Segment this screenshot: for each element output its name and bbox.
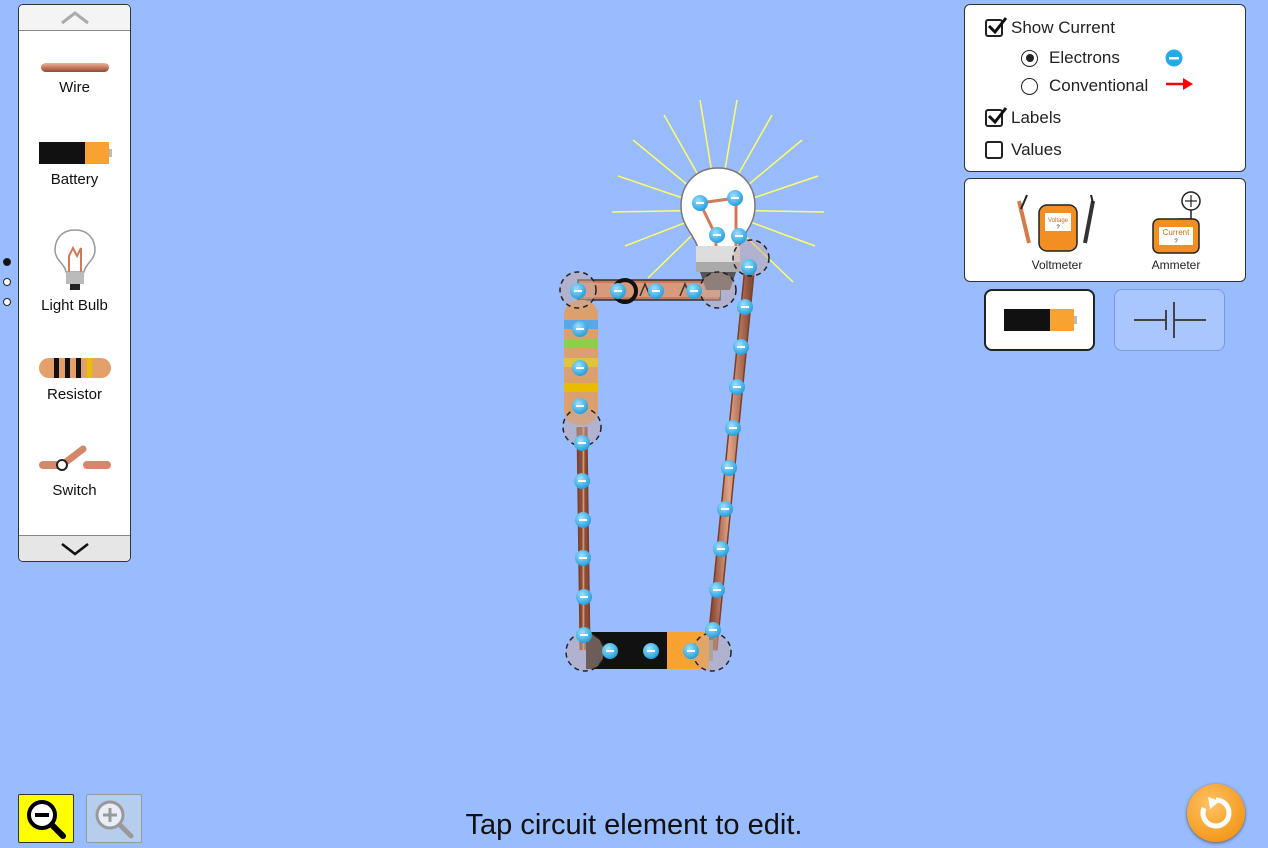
- red-arrow-icon: [1166, 78, 1193, 90]
- sensors-panel: Voltage ? Voltmeter Current ? Ammeter: [964, 178, 1246, 282]
- electron-icon: [713, 541, 729, 557]
- electron-icon: [575, 512, 591, 528]
- electron-icon: [729, 379, 745, 395]
- labels-checkbox[interactable]: Labels: [985, 107, 1062, 128]
- voltmeter-label: Voltmeter: [1031, 258, 1083, 272]
- electron-icon: [741, 259, 757, 275]
- voltmeter-icon: Voltage ?: [1017, 194, 1095, 252]
- electrons-radio[interactable]: Electrons: [1021, 48, 1120, 68]
- electron-icon: [725, 420, 741, 436]
- radio-circle: [1021, 77, 1038, 95]
- electron-icon: [575, 550, 591, 566]
- electron-icon: [692, 195, 708, 211]
- lifelike-view-button[interactable]: [984, 289, 1095, 351]
- electron-icon: [572, 398, 588, 414]
- labels-label: Labels: [1011, 108, 1062, 127]
- electron-icon: [572, 360, 588, 376]
- electron-icon: [574, 473, 590, 489]
- conventional-label: Conventional: [1049, 76, 1149, 95]
- electron-icon: [683, 643, 699, 659]
- electron-icon: [686, 283, 702, 299]
- ammeter-screen-text: Current: [1163, 228, 1190, 237]
- electron-icon: [1165, 49, 1183, 67]
- electron-icon: [709, 582, 725, 598]
- conventional-radio[interactable]: Conventional: [1021, 76, 1148, 96]
- electron-icon: [576, 589, 592, 605]
- ammeter-label: Ammeter: [1151, 258, 1201, 272]
- wire-left[interactable]: [576, 426, 591, 651]
- display-options-panel: Show Current Electrons Conventional Labe…: [964, 4, 1246, 172]
- electron-icon: [705, 622, 721, 638]
- electrons-label: Electrons: [1049, 48, 1120, 67]
- checkmark-icon: [987, 107, 1008, 125]
- show-current-checkbox[interactable]: Show Current: [985, 17, 1115, 38]
- electron-icon: [733, 339, 749, 355]
- values-label: Values: [1011, 140, 1062, 159]
- electron-icon: [602, 643, 618, 659]
- reset-icon: [1200, 797, 1232, 829]
- values-checkbox[interactable]: Values: [985, 140, 1062, 160]
- electron-icon: [737, 299, 753, 315]
- vertex-top-right: [699, 271, 737, 309]
- show-current-label: Show Current: [1011, 18, 1115, 37]
- schematic-view-button[interactable]: [1114, 289, 1225, 351]
- checkbox-box: [985, 141, 1003, 159]
- electron-icon: [721, 460, 737, 476]
- electron-icon: [709, 227, 725, 243]
- electron-icon: [648, 283, 664, 299]
- ammeter-icon: Current ?: [1152, 191, 1201, 254]
- battery-icon: [1003, 309, 1077, 331]
- checkbox-box: [985, 17, 1008, 37]
- schematic-battery-icon: [1133, 302, 1206, 338]
- electron-icon: [717, 501, 733, 517]
- electron-icon: [570, 283, 586, 299]
- voltmeter-tool[interactable]: Voltage ? Voltmeter: [1007, 189, 1107, 272]
- reset-all-button[interactable]: [1187, 784, 1245, 842]
- voltmeter-screen-text: Voltage: [1048, 218, 1069, 224]
- electron-icon: [610, 283, 626, 299]
- checkmark-icon: [987, 17, 1008, 35]
- ammeter-tool[interactable]: Current ? Ammeter: [1135, 189, 1217, 272]
- instruction-text: Tap circuit element to edit.: [465, 809, 803, 841]
- electron-icon: [572, 321, 588, 337]
- electron-icon: [731, 228, 747, 244]
- radio-circle: [1021, 49, 1038, 67]
- electron-icon: [643, 643, 659, 659]
- electron-icon: [727, 190, 743, 206]
- electron-icon: [576, 627, 592, 643]
- checkbox-box: [985, 107, 1008, 127]
- radio-selected-dot: [1025, 54, 1034, 62]
- electron-icon: [574, 435, 590, 451]
